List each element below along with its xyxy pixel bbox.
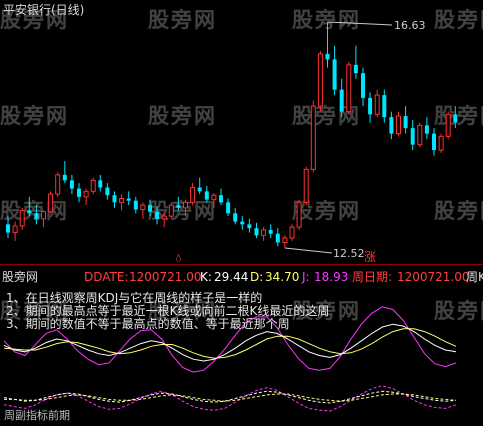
candle xyxy=(403,106,408,134)
candle xyxy=(438,133,444,153)
low-price-label: 12.52 xyxy=(333,247,365,260)
candle xyxy=(219,188,223,206)
candle xyxy=(105,183,110,200)
candle xyxy=(190,183,196,206)
candle xyxy=(83,188,89,206)
candle xyxy=(62,161,67,184)
d-line xyxy=(3,328,457,359)
candle xyxy=(396,111,401,137)
candle xyxy=(140,202,146,219)
d-label: D: xyxy=(250,270,264,284)
candle xyxy=(34,205,39,225)
candle xyxy=(233,207,238,225)
candle xyxy=(168,202,174,219)
period-label: 周日期: xyxy=(352,270,393,284)
candle xyxy=(12,221,18,241)
candle xyxy=(148,199,152,217)
candle xyxy=(417,122,423,148)
bottom-caption: 周副指标前期 xyxy=(4,409,70,422)
candle xyxy=(69,174,74,195)
candle xyxy=(247,218,252,233)
candle xyxy=(98,174,103,192)
candle xyxy=(77,183,81,203)
candle xyxy=(133,196,138,214)
candle xyxy=(353,45,358,79)
zhang-marker: 涨 xyxy=(364,250,377,264)
signal-marker: ◊ xyxy=(176,253,181,262)
k-value: 29.44 xyxy=(214,270,249,284)
candle xyxy=(382,89,387,123)
high-pointer xyxy=(327,21,393,26)
candle xyxy=(317,51,323,112)
candle xyxy=(346,62,352,115)
candle xyxy=(339,78,344,118)
d-value: 34.70 xyxy=(265,270,300,284)
candle xyxy=(204,185,209,203)
ddate-label: DDATE: xyxy=(84,270,129,284)
candle xyxy=(268,224,273,239)
candle xyxy=(410,119,415,151)
ddate-value: 1200721.00 xyxy=(129,270,202,284)
candle xyxy=(90,177,96,195)
candle xyxy=(432,128,436,156)
candle xyxy=(296,199,302,230)
candle xyxy=(27,196,32,217)
k-label: K: xyxy=(200,270,212,284)
candle xyxy=(161,213,167,228)
period-toggle[interactable]: 周K xyxy=(466,270,483,284)
candle xyxy=(332,45,337,96)
note-3: 3、期间的数值不等于最高点的数值、等于最近那个周 xyxy=(6,317,290,331)
candlestick-chart[interactable]: ◊ xyxy=(0,0,483,262)
candle xyxy=(424,117,429,140)
panel-divider xyxy=(0,264,483,265)
period-value: 1200721.00 xyxy=(397,270,470,284)
candle xyxy=(453,106,458,129)
note-1: 1、在日线观察周KDJ与它在周线的样子是一样的 xyxy=(6,291,263,305)
chart-title: 平安银行(日线) xyxy=(3,3,85,17)
candle xyxy=(445,111,451,140)
high-price-label: 16.63 xyxy=(394,19,426,32)
candle xyxy=(240,216,245,230)
candle xyxy=(282,235,288,248)
candle xyxy=(303,166,309,206)
candle xyxy=(368,92,373,123)
low-pointer xyxy=(284,247,333,254)
candle xyxy=(155,206,160,225)
candle xyxy=(126,191,131,206)
j-weekly-line xyxy=(3,385,457,412)
candle xyxy=(325,22,330,68)
candle xyxy=(310,100,316,173)
candle xyxy=(254,222,259,239)
candle xyxy=(183,199,188,217)
indicator-name[interactable]: 股旁网 xyxy=(2,270,38,284)
candle xyxy=(197,177,202,195)
candle xyxy=(6,216,10,239)
j-value: 18.93 xyxy=(314,270,349,284)
candle xyxy=(361,67,365,107)
candle xyxy=(41,210,46,228)
candle xyxy=(289,224,295,241)
candle xyxy=(176,196,181,211)
j-label: J: xyxy=(302,270,310,284)
candle xyxy=(211,193,217,208)
candle xyxy=(112,191,117,208)
stock-chart-window: 股旁网 股旁网 股旁网 股旁网 股旁网 股旁网 股旁网 股旁网 股旁网 股旁网 … xyxy=(0,0,483,426)
candle xyxy=(119,194,125,211)
candle xyxy=(275,228,280,247)
candle xyxy=(19,207,25,230)
candle xyxy=(48,191,54,214)
note-2: 2、期间的最高点等于最近一根K线或向前二根K线最近的这周 xyxy=(6,304,330,318)
candle xyxy=(374,89,380,118)
candle xyxy=(55,172,61,197)
candle xyxy=(226,198,231,217)
candle xyxy=(389,111,394,140)
candle xyxy=(261,227,267,241)
